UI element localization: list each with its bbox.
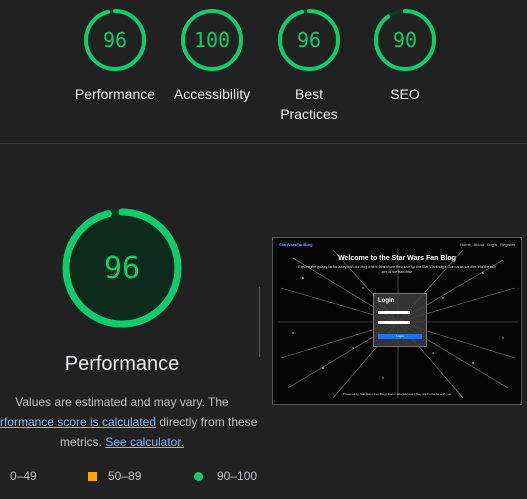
legend-fail-label: 0–49 xyxy=(10,469,37,483)
performance-detail-title: Performance xyxy=(64,353,180,375)
seo-gauge[interactable]: 90 xyxy=(373,8,437,72)
accessibility-label[interactable]: Accessibility xyxy=(157,84,267,104)
performance-gauge[interactable]: 96 xyxy=(83,8,147,72)
performance-detail-gauge: 96 xyxy=(61,207,183,329)
description-text-2: directly from these xyxy=(159,415,258,429)
thumbnail-password-field xyxy=(378,321,410,324)
score-calculation-link[interactable]: performance score is calculated xyxy=(0,415,156,429)
legend-pass-label: 90–100 xyxy=(217,469,258,483)
performance-score: 96 xyxy=(102,28,128,52)
thumbnail-login-button-label: Login xyxy=(396,334,404,338)
thumbnail-footer: Powered by Star Wars Fan Blog | Fan-made… xyxy=(342,392,452,396)
thumbnail-username-field xyxy=(378,311,410,314)
vertical-divider xyxy=(259,287,260,357)
see-calculator-link[interactable]: See calculator. xyxy=(105,435,184,449)
performance-description: Values are estimated and may vary. The p… xyxy=(0,392,264,452)
legend-pass: 90–100 xyxy=(194,469,257,483)
thumbnail-hero-subtitle: Explore the galaxy far far away with our… xyxy=(298,265,496,274)
description-text-3: metrics. xyxy=(59,435,102,449)
performance-detail-score: 96 xyxy=(103,250,141,286)
thumbnail-nav-links: Home About Login Register xyxy=(460,242,515,247)
legend-fail: 0–49 xyxy=(10,469,37,483)
seo-label[interactable]: SEO xyxy=(350,84,460,104)
best-practices-label[interactable]: Best Practices xyxy=(254,84,364,124)
thumbnail-login-title: Login xyxy=(378,298,395,304)
accessibility-score: 100 xyxy=(193,28,231,52)
best-practices-gauge[interactable]: 96 xyxy=(277,8,341,72)
pass-circle-icon xyxy=(194,471,203,481)
description-text-1: Values are estimated and may vary. The xyxy=(15,395,229,409)
final-screenshot-thumbnail[interactable]: StarWarsFanBlog Home About Login Registe… xyxy=(272,237,522,405)
seo-score: 90 xyxy=(392,28,418,52)
accessibility-gauge[interactable]: 100 xyxy=(180,8,244,72)
best-practices-score: 96 xyxy=(296,28,322,52)
thumbnail-login-box: Login Login xyxy=(373,293,427,347)
average-square-icon xyxy=(88,471,97,481)
legend-average-label: 50–89 xyxy=(108,469,142,483)
performance-label[interactable]: Performance xyxy=(60,84,170,104)
thumbnail-login-button: Login xyxy=(378,334,422,339)
thumbnail-logo: StarWarsFanBlog xyxy=(279,242,313,247)
section-divider xyxy=(0,143,527,144)
thumbnail-hero-title: Welcome to the Star Wars Fan Blog xyxy=(338,255,456,262)
legend-average: 50–89 xyxy=(88,469,141,483)
